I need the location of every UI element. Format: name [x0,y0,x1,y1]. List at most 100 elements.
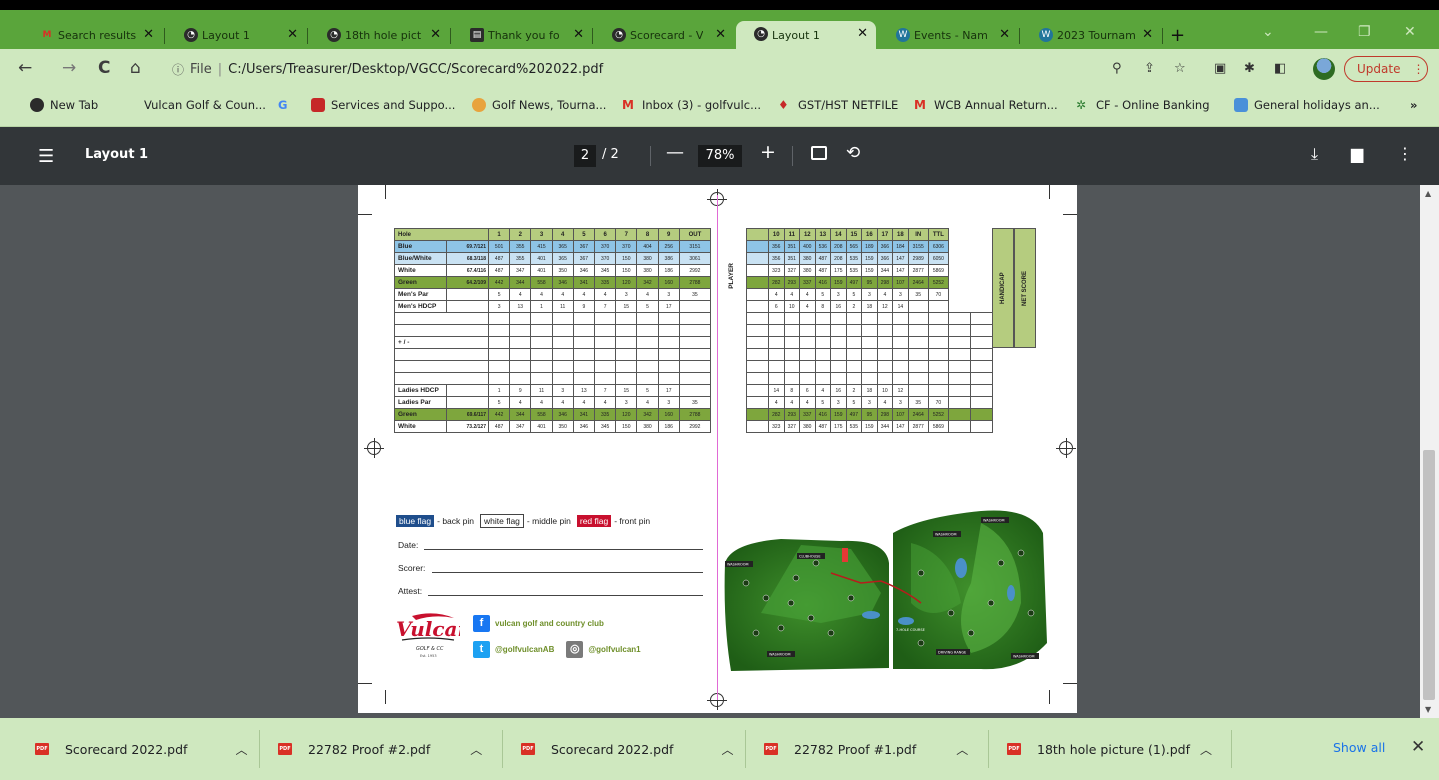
omnibox[interactable]: ⓘ File | C:/Users/Treasurer/Desktop/VGCC… [160,55,1200,83]
chevron-up-icon[interactable]: ︿ [235,741,247,758]
blank-cell [830,312,847,325]
download-item[interactable]: PDF Scorecard 2022.pdf ︿ [35,718,247,780]
download-item[interactable]: PDF Scorecard 2022.pdf ︿ [521,718,733,780]
tab-layout-1-active[interactable]: ◔ Layout 1 ✕ [736,21,876,49]
extension-icon[interactable]: ▣ [1214,61,1226,76]
blank-cell [530,348,553,361]
reload-icon[interactable]: C [98,58,110,78]
page-number-input[interactable]: 2 [574,145,596,167]
close-icon[interactable]: ✕ [430,27,441,42]
tab-2023-tournament[interactable]: W 2023 Tournam ✕ [1021,22,1161,49]
close-icon[interactable]: ✕ [1142,27,1153,42]
table-row [394,348,712,361]
bookmark-new-tab[interactable]: New Tab [30,98,98,112]
bookmark-google-g[interactable]: G [278,98,287,112]
tab-events[interactable]: W Events - Nam ✕ [878,22,1018,49]
tab-scorecard[interactable]: ◔ Scorecard - V ✕ [594,22,734,49]
bookmark-gst[interactable]: ♦ GST/HST NETFILE [778,98,898,112]
bookmark-inbox[interactable]: M Inbox (3) - golfvulc... [622,98,761,112]
download-item[interactable]: PDF 22782 Proof #2.pdf ︿ [278,718,482,780]
info-icon[interactable]: ⓘ [172,61,184,78]
more-bookmarks-icon[interactable]: » [1410,98,1417,112]
tab-search-results[interactable]: M Search results ✕ [22,22,162,49]
scroll-up-icon[interactable]: ▲ [1425,189,1431,198]
score-cell: 2464 [907,408,929,421]
blank-cell [927,360,950,373]
row-label: Men's HDCP [394,300,447,313]
hole-number: 10 [768,228,785,241]
minimize-icon[interactable]: — [1314,24,1328,40]
zoom-in-button[interactable]: + [760,141,776,163]
bookmark-wcb[interactable]: M WCB Annual Return... [914,98,1058,112]
close-icon[interactable]: ✕ [287,27,298,42]
puzzle-icon[interactable]: ✱ [1244,61,1255,76]
more-actions-icon[interactable]: ⋮ [1397,144,1413,163]
blank-cell [861,348,878,361]
scroll-thumb[interactable] [1423,450,1435,700]
new-tab-button[interactable]: + [1170,25,1185,46]
download-item[interactable]: PDF 22782 Proof #1.pdf ︿ [764,718,968,780]
score-cell: 2 [845,384,863,397]
close-icon[interactable]: ✕ [573,27,584,42]
zoom-input[interactable]: 78% [698,145,742,167]
star-icon[interactable]: ☆ [1174,61,1186,76]
side-panel-icon[interactable]: ◧ [1274,61,1286,76]
chevron-up-icon[interactable]: ︿ [470,741,482,758]
score-cell: 386 [657,252,680,265]
blank-cell [768,348,785,361]
chevron-up-icon[interactable]: ︿ [721,741,733,758]
rotate-icon[interactable]: ⟲ [846,143,860,163]
score-cell: 10 [876,384,894,397]
bookmark-vulcan-golf[interactable]: Vulcan Golf & Coun... [144,98,266,112]
chevron-up-icon[interactable]: ︿ [1200,741,1212,758]
forward-arrow-icon[interactable]: → [62,58,76,78]
restore-icon[interactable]: ❐ [1358,24,1371,40]
tab-search-chevron-icon[interactable]: ⌄ [1262,24,1274,40]
tab-thank-you[interactable]: ▤ Thank you fo ✕ [452,22,592,49]
close-icon[interactable]: ✕ [143,27,154,42]
blank-cell [572,324,596,337]
blank-cell [394,312,489,325]
tab-layout-1[interactable]: ◔ Layout 1 ✕ [166,22,306,49]
zoom-out-button[interactable]: — [666,142,684,163]
download-item[interactable]: PDF 18th hole picture (1).pdf ︿ [1007,718,1212,780]
update-button[interactable]: Update ⋮ [1344,56,1428,82]
show-all-button[interactable]: Show all [1333,740,1385,755]
score-cell: 351 [783,252,801,265]
close-icon[interactable]: ✕ [715,27,726,42]
scrollbar[interactable]: ▲ ▼ [1420,185,1439,718]
close-icon[interactable]: ✕ [857,26,868,41]
score-cell: 4 [509,288,532,301]
tab-18th-hole[interactable]: ◔ 18th hole pict ✕ [309,22,449,49]
score-cell: 8 [814,300,832,313]
bookmark-cf-banking[interactable]: ✲ CF - Online Banking [1076,98,1210,112]
blank-cell [678,312,712,325]
fit-page-icon[interactable] [811,146,827,160]
zoom-magnifier-icon[interactable]: ⚲ [1112,61,1122,76]
blank-cell [970,312,993,325]
score-cell: 14 [892,300,909,313]
score-cell: 3 [892,396,909,409]
bookmark-golf-news[interactable]: Golf News, Tourna... [472,98,606,112]
bookmark-services[interactable]: Services and Suppo... [311,98,455,112]
avatar[interactable] [1313,58,1335,80]
back-arrow-icon[interactable]: ← [18,58,32,78]
white-flag-badge: white flag [480,514,524,528]
menu-icon[interactable]: ☰ [38,146,54,167]
close-downloads-icon[interactable]: ✕ [1411,737,1425,757]
close-icon[interactable]: ✕ [999,27,1010,42]
chevron-up-icon[interactable]: ︿ [956,741,968,758]
home-icon[interactable]: ⌂ [130,58,141,78]
pdf-file-icon: PDF [278,743,292,755]
score-cell: 4 [876,288,894,301]
url-text[interactable]: C:/Users/Treasurer/Desktop/VGCC/Scorecar… [228,62,603,77]
score-cell: 4 [530,288,553,301]
bookmark-holidays[interactable]: General holidays an... [1234,98,1380,112]
download-icon[interactable]: ⤓ [1311,144,1318,164]
score-cell: 416 [814,276,832,289]
scroll-down-icon[interactable]: ▼ [1425,705,1431,714]
share-icon[interactable]: ⇪ [1144,61,1155,76]
print-icon[interactable]: ▆ [1351,144,1363,163]
score-cell: 356 [768,240,785,253]
window-close-icon[interactable]: ✕ [1404,24,1416,40]
